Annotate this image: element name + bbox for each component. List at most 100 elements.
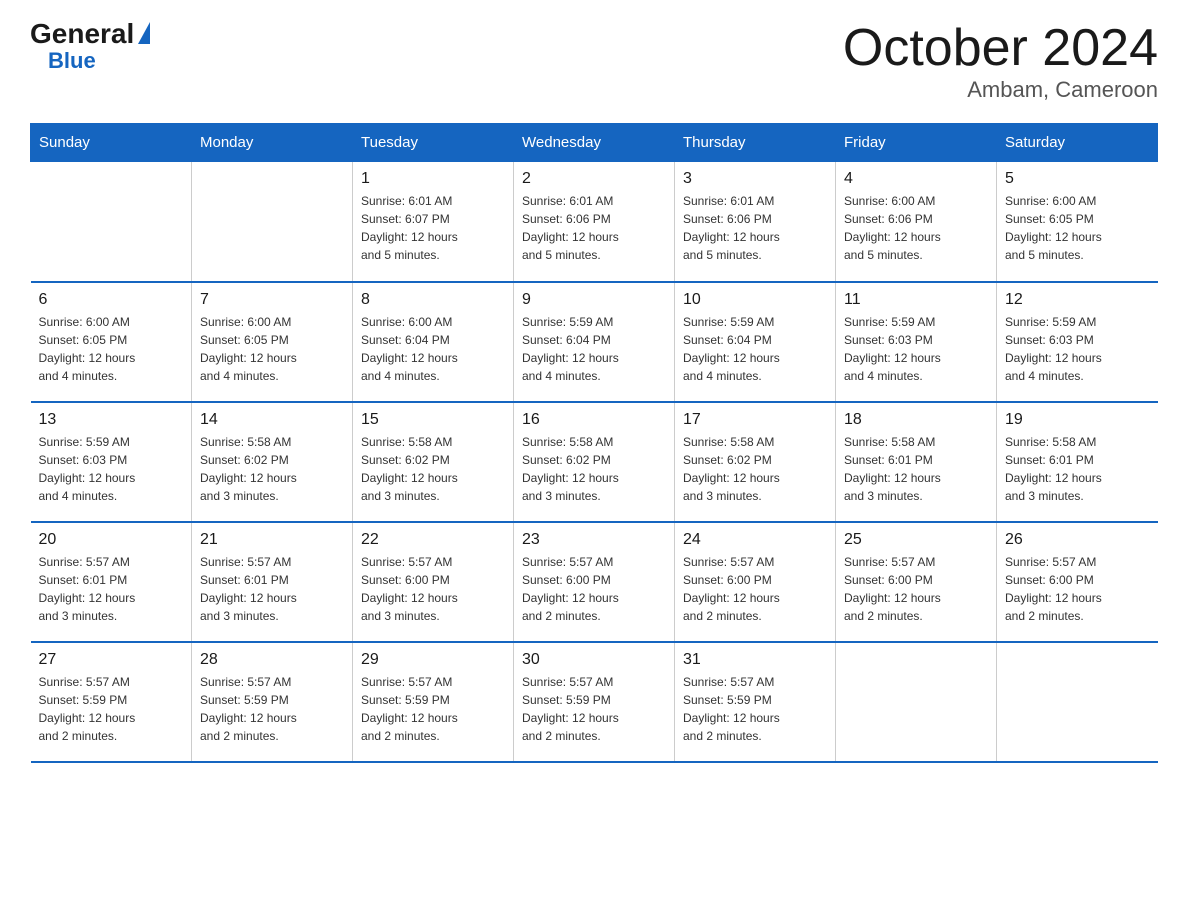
day-info: Sunrise: 5:58 AM Sunset: 6:02 PM Dayligh… [683, 433, 827, 505]
day-info: Sunrise: 5:57 AM Sunset: 5:59 PM Dayligh… [522, 673, 666, 745]
header-tuesday: Tuesday [353, 124, 514, 162]
day-number: 22 [361, 531, 505, 549]
calendar-week-2: 6 Sunrise: 6:00 AM Sunset: 6:05 PM Daylig… [31, 282, 1158, 402]
calendar-cell: 29 Sunrise: 5:57 AM Sunset: 5:59 PM Dayli… [353, 642, 514, 762]
day-number: 27 [39, 651, 184, 669]
day-info: Sunrise: 5:57 AM Sunset: 5:59 PM Dayligh… [361, 673, 505, 745]
header-monday: Monday [192, 124, 353, 162]
day-number: 3 [683, 170, 827, 188]
day-number: 4 [844, 170, 988, 188]
day-info: Sunrise: 5:57 AM Sunset: 5:59 PM Dayligh… [200, 673, 344, 745]
calendar-cell: 27 Sunrise: 5:57 AM Sunset: 5:59 PM Dayli… [31, 642, 192, 762]
logo-triangle-icon [138, 22, 150, 44]
calendar-cell: 16 Sunrise: 5:58 AM Sunset: 6:02 PM Dayli… [514, 402, 675, 522]
calendar-cell: 23 Sunrise: 5:57 AM Sunset: 6:00 PM Dayli… [514, 522, 675, 642]
calendar-cell: 18 Sunrise: 5:58 AM Sunset: 6:01 PM Dayli… [836, 402, 997, 522]
day-number: 28 [200, 651, 344, 669]
day-info: Sunrise: 5:58 AM Sunset: 6:02 PM Dayligh… [200, 433, 344, 505]
day-info: Sunrise: 5:57 AM Sunset: 6:00 PM Dayligh… [361, 553, 505, 625]
day-info: Sunrise: 6:00 AM Sunset: 6:05 PM Dayligh… [200, 313, 344, 385]
calendar-cell: 24Sunrise: 5:57 AM Sunset: 6:00 PM Dayli… [675, 522, 836, 642]
calendar-cell: 17 Sunrise: 5:58 AM Sunset: 6:02 PM Dayli… [675, 402, 836, 522]
day-number: 5 [1005, 170, 1150, 188]
day-info: Sunrise: 5:57 AM Sunset: 5:59 PM Dayligh… [39, 673, 184, 745]
calendar-week-3: 13 Sunrise: 5:59 AM Sunset: 6:03 PM Dayli… [31, 402, 1158, 522]
header-sunday: Sunday [31, 124, 192, 162]
day-info: Sunrise: 5:59 AM Sunset: 6:03 PM Dayligh… [1005, 313, 1150, 385]
day-number: 21 [200, 531, 344, 549]
day-info: Sunrise: 6:00 AM Sunset: 6:05 PM Dayligh… [39, 313, 184, 385]
day-number: 12 [1005, 291, 1150, 309]
day-info: Sunrise: 6:01 AM Sunset: 6:06 PM Dayligh… [683, 192, 827, 264]
day-info: Sunrise: 5:57 AM Sunset: 6:00 PM Dayligh… [522, 553, 666, 625]
calendar-week-1: 1 Sunrise: 6:01 AM Sunset: 6:07 PM Daylig… [31, 162, 1158, 282]
day-info: Sunrise: 5:59 AM Sunset: 6:03 PM Dayligh… [844, 313, 988, 385]
day-number: 6 [39, 291, 184, 309]
day-info: Sunrise: 5:58 AM Sunset: 6:01 PM Dayligh… [844, 433, 988, 505]
title-block: October 2024 Ambam, Cameroon [843, 20, 1158, 103]
calendar-cell: 10Sunrise: 5:59 AM Sunset: 6:04 PM Dayli… [675, 282, 836, 402]
header-row: Sunday Monday Tuesday Wednesday Thursday… [31, 124, 1158, 162]
day-number: 1 [361, 170, 505, 188]
day-number: 10 [683, 291, 827, 309]
calendar-cell: 11 Sunrise: 5:59 AM Sunset: 6:03 PM Dayli… [836, 282, 997, 402]
calendar-cell: 13 Sunrise: 5:59 AM Sunset: 6:03 PM Dayli… [31, 402, 192, 522]
calendar-cell: 30 Sunrise: 5:57 AM Sunset: 5:59 PM Dayli… [514, 642, 675, 762]
calendar-cell: 2 Sunrise: 6:01 AM Sunset: 6:06 PM Daylig… [514, 162, 675, 282]
calendar-cell: 5Sunrise: 6:00 AM Sunset: 6:05 PM Daylig… [997, 162, 1158, 282]
day-number: 31 [683, 651, 827, 669]
logo-general-text: General [30, 20, 134, 48]
day-number: 16 [522, 411, 666, 429]
calendar-cell [192, 162, 353, 282]
day-number: 9 [522, 291, 666, 309]
day-number: 24 [683, 531, 827, 549]
day-number: 30 [522, 651, 666, 669]
day-info: Sunrise: 5:58 AM Sunset: 6:01 PM Dayligh… [1005, 433, 1150, 505]
day-number: 14 [200, 411, 344, 429]
day-number: 15 [361, 411, 505, 429]
calendar-week-5: 27 Sunrise: 5:57 AM Sunset: 5:59 PM Dayli… [31, 642, 1158, 762]
day-info: Sunrise: 5:57 AM Sunset: 6:00 PM Dayligh… [1005, 553, 1150, 625]
calendar-cell: 20 Sunrise: 5:57 AM Sunset: 6:01 PM Dayli… [31, 522, 192, 642]
day-number: 29 [361, 651, 505, 669]
day-number: 11 [844, 291, 988, 309]
calendar-cell: 14 Sunrise: 5:58 AM Sunset: 6:02 PM Dayli… [192, 402, 353, 522]
day-info: Sunrise: 5:57 AM Sunset: 6:01 PM Dayligh… [200, 553, 344, 625]
day-number: 18 [844, 411, 988, 429]
calendar-cell: 26 Sunrise: 5:57 AM Sunset: 6:00 PM Dayli… [997, 522, 1158, 642]
day-info: Sunrise: 5:59 AM Sunset: 6:03 PM Dayligh… [39, 433, 184, 505]
day-number: 17 [683, 411, 827, 429]
calendar-cell: 7 Sunrise: 6:00 AM Sunset: 6:05 PM Daylig… [192, 282, 353, 402]
calendar-cell [31, 162, 192, 282]
calendar-cell: 31Sunrise: 5:57 AM Sunset: 5:59 PM Dayli… [675, 642, 836, 762]
day-number: 7 [200, 291, 344, 309]
calendar-cell: 9 Sunrise: 5:59 AM Sunset: 6:04 PM Daylig… [514, 282, 675, 402]
page-subtitle: Ambam, Cameroon [843, 77, 1158, 103]
calendar-cell [997, 642, 1158, 762]
calendar-week-4: 20 Sunrise: 5:57 AM Sunset: 6:01 PM Dayli… [31, 522, 1158, 642]
day-info: Sunrise: 5:57 AM Sunset: 6:01 PM Dayligh… [39, 553, 184, 625]
page-title: October 2024 [843, 20, 1158, 77]
header-saturday: Saturday [997, 124, 1158, 162]
day-number: 26 [1005, 531, 1150, 549]
day-info: Sunrise: 6:01 AM Sunset: 6:07 PM Dayligh… [361, 192, 505, 264]
calendar-cell [836, 642, 997, 762]
calendar-cell: 25Sunrise: 5:57 AM Sunset: 6:00 PM Dayli… [836, 522, 997, 642]
day-info: Sunrise: 6:01 AM Sunset: 6:06 PM Dayligh… [522, 192, 666, 264]
day-number: 2 [522, 170, 666, 188]
day-info: Sunrise: 5:58 AM Sunset: 6:02 PM Dayligh… [522, 433, 666, 505]
calendar-cell: 21 Sunrise: 5:57 AM Sunset: 6:01 PM Dayli… [192, 522, 353, 642]
calendar-cell: 3 Sunrise: 6:01 AM Sunset: 6:06 PM Daylig… [675, 162, 836, 282]
day-number: 20 [39, 531, 184, 549]
day-info: Sunrise: 6:00 AM Sunset: 6:04 PM Dayligh… [361, 313, 505, 385]
calendar-cell: 15 Sunrise: 5:58 AM Sunset: 6:02 PM Dayli… [353, 402, 514, 522]
day-info: Sunrise: 5:59 AM Sunset: 6:04 PM Dayligh… [522, 313, 666, 385]
day-number: 23 [522, 531, 666, 549]
calendar-cell: 12 Sunrise: 5:59 AM Sunset: 6:03 PM Dayli… [997, 282, 1158, 402]
calendar-cell: 8Sunrise: 6:00 AM Sunset: 6:04 PM Daylig… [353, 282, 514, 402]
day-info: Sunrise: 5:58 AM Sunset: 6:02 PM Dayligh… [361, 433, 505, 505]
calendar-cell: 19 Sunrise: 5:58 AM Sunset: 6:01 PM Dayli… [997, 402, 1158, 522]
day-number: 19 [1005, 411, 1150, 429]
header-wednesday: Wednesday [514, 124, 675, 162]
day-number: 13 [39, 411, 184, 429]
